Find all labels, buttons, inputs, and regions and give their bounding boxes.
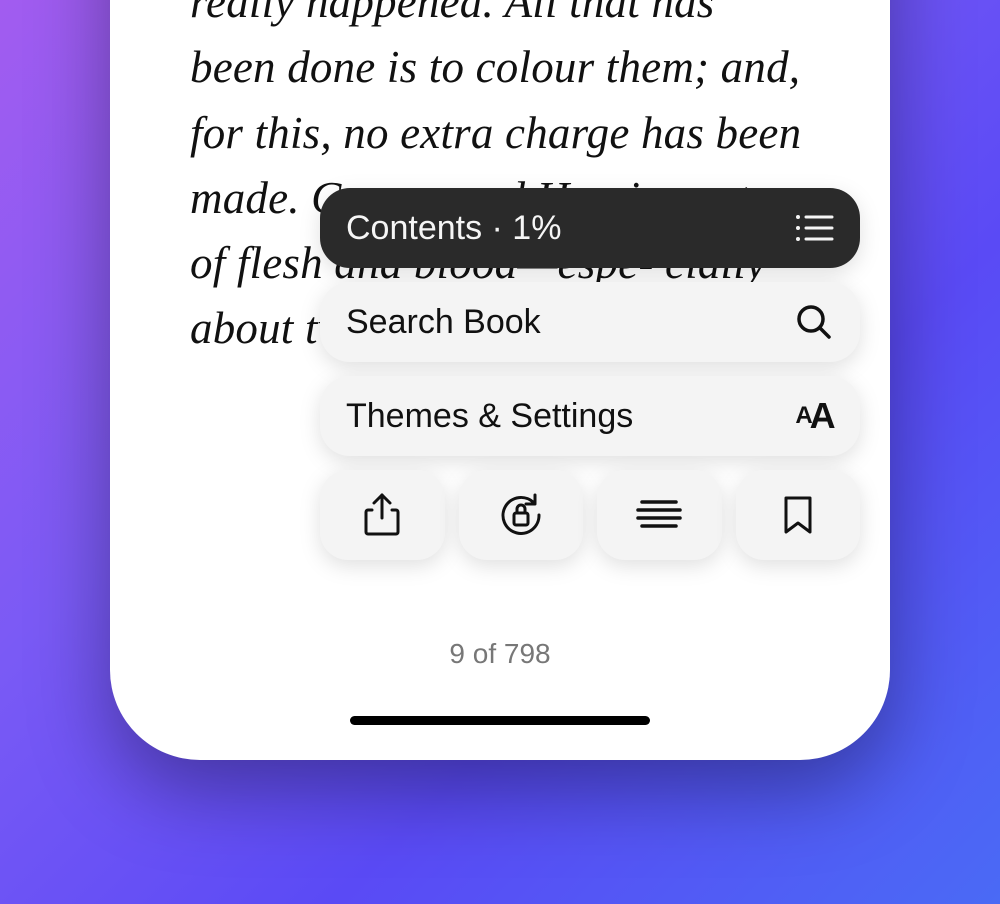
bookmark-button[interactable]: [736, 470, 861, 560]
contents-button[interactable]: Contents · 1%: [320, 188, 860, 268]
rotation-lock-icon: [497, 491, 545, 539]
lines-icon: [634, 497, 684, 533]
share-button[interactable]: [320, 470, 445, 560]
scroll-view-button[interactable]: [597, 470, 722, 560]
search-icon: [794, 302, 834, 342]
share-icon: [362, 492, 402, 538]
home-indicator[interactable]: [350, 716, 650, 725]
text-size-icon: AA: [794, 396, 834, 436]
reading-menu: Contents · 1% Search Book Themes & Setti…: [320, 188, 860, 560]
themes-settings-button[interactable]: Themes & Settings AA: [320, 376, 860, 456]
themes-settings-label: Themes & Settings: [346, 397, 633, 436]
search-book-label: Search Book: [346, 303, 541, 342]
page-indicator: 9 of 798: [110, 638, 890, 670]
contents-label: Contents · 1%: [346, 209, 561, 248]
search-book-button[interactable]: Search Book: [320, 282, 860, 362]
list-icon: [794, 208, 834, 248]
action-button-row: [320, 470, 860, 560]
bookmark-icon: [782, 494, 814, 536]
rotation-lock-button[interactable]: [459, 470, 584, 560]
